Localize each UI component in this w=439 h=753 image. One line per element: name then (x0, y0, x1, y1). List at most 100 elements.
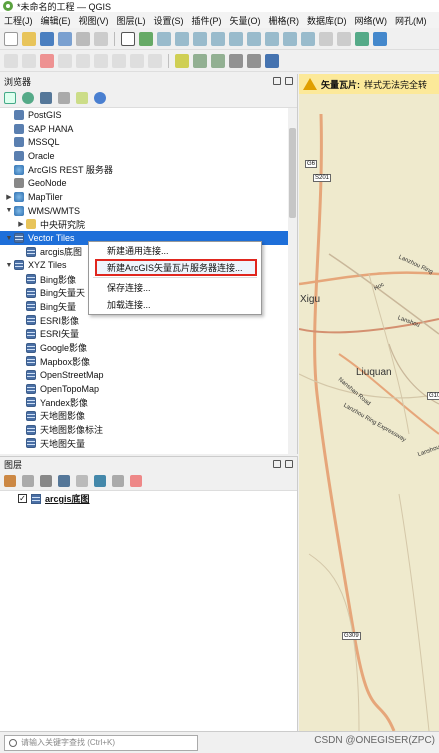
open-project-icon[interactable] (22, 31, 36, 46)
browser-item[interactable]: ESRI影像 (0, 313, 297, 327)
label-icon[interactable] (175, 53, 189, 68)
filter-icon[interactable] (40, 91, 52, 104)
zoom-layer-icon[interactable] (247, 31, 261, 46)
browser-item[interactable]: Mapbox影像 (0, 354, 297, 368)
layout-manager-icon[interactable] (94, 31, 108, 46)
cut-features-icon[interactable] (130, 53, 144, 68)
collapse-all-icon[interactable] (58, 91, 70, 104)
browser-item[interactable]: Yandex影像 (0, 395, 297, 409)
float-panel-icon[interactable] (273, 77, 281, 85)
browser-item[interactable]: 天地图矢量 (0, 437, 297, 451)
menu-item[interactable]: 栅格(R) (269, 14, 300, 27)
pan-icon[interactable] (121, 31, 135, 46)
zoom-last-icon[interactable] (283, 31, 297, 46)
save-as-icon[interactable] (58, 31, 72, 46)
collapse-all-icon[interactable] (112, 474, 124, 487)
browser-item-label: SAP HANA (28, 123, 74, 134)
edit-pencil-icon[interactable] (4, 53, 18, 68)
browser-item[interactable]: 天地图影像标注 (0, 423, 297, 437)
copy-features-icon[interactable] (148, 53, 162, 68)
remove-layer-icon[interactable] (130, 474, 142, 487)
expand-arrow-icon[interactable]: ▼ (4, 235, 14, 242)
expand-all-icon[interactable] (94, 474, 106, 487)
context-menu-item[interactable]: 加载连接... (89, 296, 261, 313)
layer-visibility-checkbox[interactable]: ✓ (18, 494, 27, 503)
browser-item[interactable]: ▶ 中央研究院 (0, 218, 297, 232)
menu-item[interactable]: 图层(L) (117, 14, 146, 27)
menu-item[interactable]: 设置(S) (154, 14, 184, 27)
filter-expression-icon[interactable] (76, 474, 88, 487)
browser-item[interactable]: OpenTopoMap (0, 382, 297, 396)
identify-icon[interactable] (373, 31, 387, 46)
add-group-icon[interactable] (22, 474, 34, 487)
browser-item[interactable]: MSSQL (0, 135, 297, 149)
browser-item[interactable]: Google影像 (0, 341, 297, 355)
delete-selected-icon[interactable] (112, 53, 126, 68)
browser-item[interactable]: ▶ MapTiler (0, 190, 297, 204)
print-layout-icon[interactable] (76, 31, 90, 46)
layer-item[interactable]: ✓ arcgis底图 (0, 491, 297, 506)
browser-item[interactable]: Oracle (0, 149, 297, 163)
close-panel-icon[interactable] (285, 460, 293, 468)
temporal-icon[interactable] (337, 31, 351, 46)
browser-item[interactable]: ▼ WMS/WMTS (0, 204, 297, 218)
menu-item[interactable]: 工程(J) (4, 14, 33, 27)
browser-item[interactable]: 天地图影像 (0, 409, 297, 423)
enable-properties-icon[interactable] (76, 91, 88, 104)
save-edits-icon[interactable] (22, 53, 36, 68)
float-panel-icon[interactable] (273, 460, 281, 468)
browser-item[interactable]: GeoNode (0, 176, 297, 190)
expand-arrow-icon[interactable]: ▶ (16, 220, 26, 228)
browser-scrollbar[interactable] (288, 108, 297, 454)
context-menu-item[interactable]: 新建ArcGIS矢量瓦片服务器连接... (95, 259, 257, 276)
browser-item[interactable]: SAP HANA (0, 122, 297, 136)
browser-item[interactable]: ArcGIS REST 服务器 (0, 163, 297, 177)
browser-item[interactable]: OpenStreetMap (0, 368, 297, 382)
expand-arrow-icon[interactable]: ▶ (4, 193, 14, 201)
expand-arrow-icon[interactable]: ▼ (4, 262, 14, 269)
close-panel-icon[interactable] (285, 77, 293, 85)
attribute-table-icon[interactable] (193, 53, 207, 68)
filter-legend-icon[interactable] (58, 474, 70, 487)
manage-visibility-icon[interactable] (40, 474, 52, 487)
python-console-icon[interactable] (265, 53, 279, 68)
expand-arrow-icon[interactable]: ▼ (4, 207, 14, 214)
context-menu-item[interactable]: 保存连接... (89, 279, 261, 296)
menu-item[interactable]: 插件(P) (192, 14, 222, 27)
menu-item[interactable]: 编辑(E) (41, 14, 71, 27)
pan-to-selection-icon[interactable] (139, 31, 153, 46)
vertex-tool-icon[interactable] (94, 53, 108, 68)
zoom-selection-icon[interactable] (229, 31, 243, 46)
zoom-native-icon[interactable] (265, 31, 279, 46)
refresh-icon[interactable] (355, 31, 369, 46)
refresh-icon[interactable] (22, 91, 34, 104)
digitize-icon[interactable] (58, 53, 72, 68)
new-map-view-icon[interactable] (319, 31, 333, 46)
menu-item[interactable]: 视图(V) (79, 14, 109, 27)
locator-search-input[interactable]: 请输入关键字查找 (Ctrl+K) (4, 734, 198, 751)
new-project-icon[interactable] (4, 31, 18, 46)
zoom-in-icon[interactable] (157, 31, 171, 46)
zoom-full-icon[interactable] (211, 31, 225, 46)
zoom-rubber-icon[interactable] (193, 31, 207, 46)
map-canvas[interactable]: 矢量瓦片: 样式无法完全转 Xigu Liuquan Lanzhou Ring … (299, 74, 439, 731)
add-selected-layers-icon[interactable] (4, 91, 16, 104)
context-menu-item[interactable]: 新建通用连接... (89, 242, 261, 259)
field-calculator-icon[interactable] (211, 53, 225, 68)
zoom-out-icon[interactable] (175, 31, 189, 46)
zoom-next-icon[interactable] (301, 31, 315, 46)
menu-item[interactable]: 网孔(M) (395, 14, 427, 27)
browser-item[interactable]: ESRI矢量 (0, 327, 297, 341)
add-feature-icon[interactable] (40, 53, 54, 68)
browser-item[interactable]: PostGIS (0, 108, 297, 122)
scrollbar-thumb[interactable] (289, 128, 296, 218)
menu-item[interactable]: 网络(W) (355, 14, 388, 27)
layer-styling-icon[interactable] (4, 474, 16, 487)
info-icon[interactable] (94, 91, 106, 104)
menu-item[interactable]: 数据库(D) (307, 14, 347, 27)
save-project-icon[interactable] (40, 31, 54, 46)
map-tips-icon[interactable] (247, 53, 261, 68)
move-feature-icon[interactable] (76, 53, 90, 68)
statistics-icon[interactable] (229, 53, 243, 68)
menu-item[interactable]: 矢量(O) (230, 14, 261, 27)
